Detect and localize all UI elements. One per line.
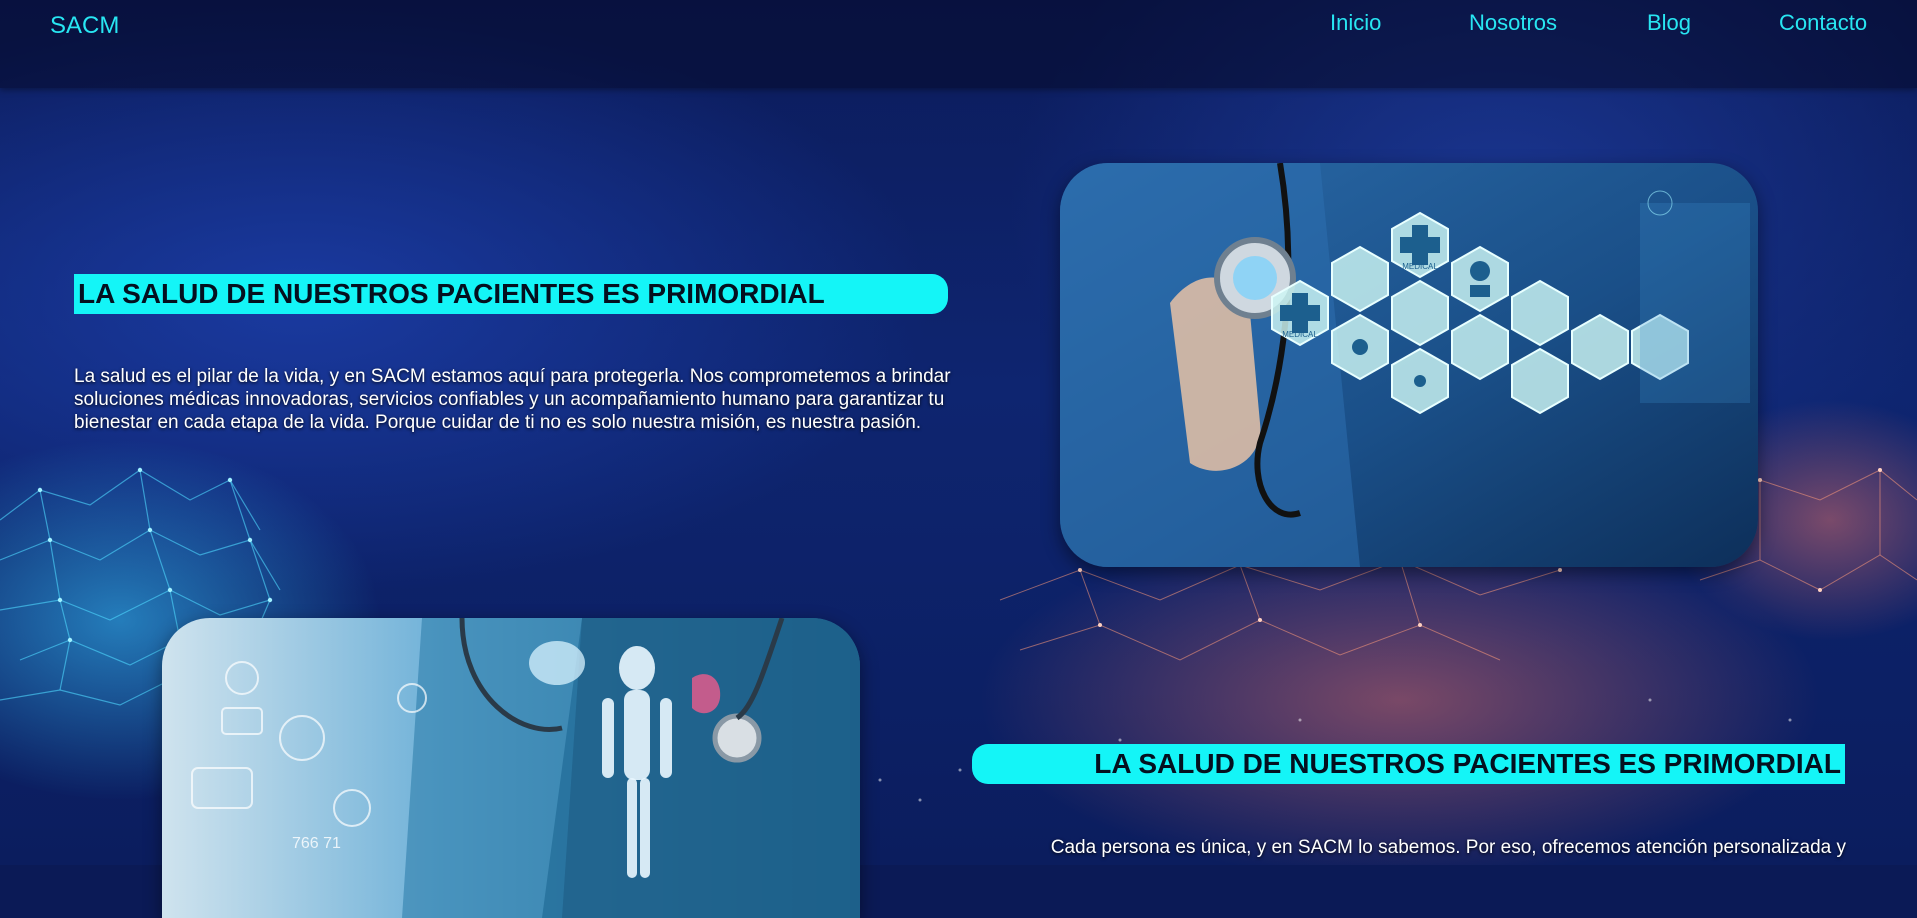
brand-logo[interactable]: SACM	[50, 12, 119, 40]
image-readout-text: 766 71	[292, 835, 341, 852]
nav-link-nosotros[interactable]: Nosotros	[1469, 10, 1557, 36]
medical-label-2: MEDICAL	[1282, 330, 1318, 339]
nav-link-inicio[interactable]: Inicio	[1330, 10, 1381, 36]
medical-label-1: MEDICAL	[1402, 262, 1438, 271]
nav-link-blog[interactable]: Blog	[1647, 10, 1691, 36]
hero-paragraph: La salud es el pilar de la vida, y en SA…	[74, 366, 951, 433]
doctor-digital-health-image: 766 71	[162, 618, 860, 918]
hero-image-doctor-stethoscope: MEDICAL MEDICAL	[1060, 163, 1758, 567]
nav-link-contacto[interactable]: Contacto	[1779, 10, 1867, 36]
section2-paragraph: Cada persona es única, y en SACM lo sabe…	[1050, 837, 1846, 858]
hero-heading: LA SALUD DE NUESTROS PACIENTES ES PRIMOR…	[74, 274, 948, 314]
top-navbar: SACM Inicio Nosotros Blog Contacto	[0, 0, 1917, 88]
section2-heading: LA SALUD DE NUESTROS PACIENTES ES PRIMOR…	[972, 744, 1845, 784]
